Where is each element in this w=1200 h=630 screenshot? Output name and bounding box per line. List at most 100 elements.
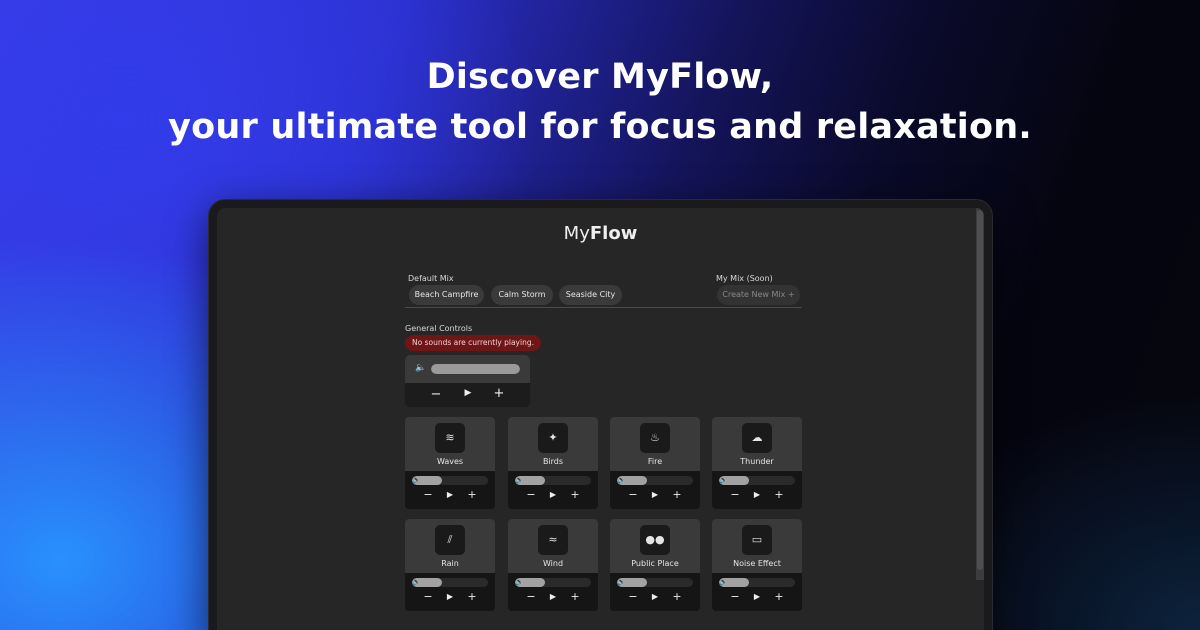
app-logo: MyFlow [217,223,984,244]
volume-icon: 🔈 [719,476,728,484]
sound-plus-button[interactable]: + [772,489,786,500]
sound-card-header: ☁ Thunder [712,417,802,471]
sound-name: Birds [542,457,564,466]
sound-plus-button[interactable]: + [568,489,582,500]
preset-calm-storm[interactable]: Calm Storm [491,285,553,305]
master-play-button[interactable]: ▶ [461,389,475,398]
sound-play-button[interactable]: ▶ [546,593,560,601]
sound-name: Wind [542,559,564,568]
volume-icon: 🔈 [415,363,427,373]
sound-plus-button[interactable]: + [465,591,479,602]
wind-icon[interactable]: ≈ [538,525,568,555]
headline: Discover MyFlow, your ultimate tool for … [0,52,1200,152]
laptop-frame: MyFlow Default Mix Beach Campfire Calm S… [209,200,992,630]
volume-icon: 🔈 [719,578,728,586]
thunder-cloud-icon[interactable]: ☁ [742,423,772,453]
default-mix-label: Default Mix [408,274,454,283]
sound-card-header: ▭ Noise Effect [712,519,802,573]
tv-icon[interactable]: ▭ [742,525,772,555]
sound-volume-slider[interactable] [515,476,591,485]
sound-minus-button[interactable]: − [728,591,742,602]
preset-seaside-city[interactable]: Seaside City [559,285,622,305]
sound-plus-button[interactable]: + [670,489,684,500]
general-volume-row: 🔈 [405,355,530,383]
sound-plus-button[interactable]: + [465,489,479,500]
master-volume-slider[interactable] [431,364,520,374]
sound-volume-slider[interactable] [719,476,795,485]
sound-minus-button[interactable]: − [421,489,435,500]
sound-volume-slider[interactable] [412,578,488,587]
sound-volume-slider[interactable] [515,578,591,587]
volume-icon: 🔈 [617,476,626,484]
sound-card-birds: ✦ Birds 🔈 − ▶ + [508,417,598,509]
sound-name: Thunder [740,457,774,466]
rain-icon[interactable]: ⫽ [435,525,465,555]
sound-card-header: ⫽ Rain [405,519,495,573]
sound-card-header: ≈ Wind [508,519,598,573]
sound-card-thunder: ☁ Thunder 🔈 − ▶ + [712,417,802,509]
headline-line-2: your ultimate tool for focus and relaxat… [168,107,1032,147]
sound-name: Noise Effect [733,559,781,568]
sound-play-button[interactable]: ▶ [750,491,764,499]
create-new-mix-button[interactable]: Create New Mix + [717,285,800,305]
logo-light-text: My [563,223,590,244]
app-screen: MyFlow Default Mix Beach Campfire Calm S… [217,208,984,630]
sound-minus-button[interactable]: − [421,591,435,602]
sound-minus-button[interactable]: − [728,489,742,500]
sound-minus-button[interactable]: − [626,591,640,602]
general-controls-panel: 🔈 − ▶ + [405,355,530,407]
scrollbar-thumb[interactable] [977,210,983,570]
fire-icon[interactable]: ♨ [640,423,670,453]
sound-card-fire: ♨ Fire 🔈 − ▶ + [610,417,700,509]
status-badge: No sounds are currently playing. [405,335,541,351]
preset-beach-campfire[interactable]: Beach Campfire [409,285,484,305]
sound-plus-button[interactable]: + [670,591,684,602]
waves-icon[interactable]: ≋ [435,423,465,453]
headline-line-1: Discover MyFlow, [426,57,774,97]
sound-play-button[interactable]: ▶ [443,593,457,601]
sound-card-rain: ⫽ Rain 🔈 − ▶ + [405,519,495,611]
sound-minus-button[interactable]: − [524,591,538,602]
master-minus-button[interactable]: − [429,388,443,401]
master-plus-button[interactable]: + [492,387,506,400]
divider [405,307,802,308]
sound-minus-button[interactable]: − [524,489,538,500]
sound-card-header: ✦ Birds [508,417,598,471]
sound-plus-button[interactable]: + [772,591,786,602]
sound-play-button[interactable]: ▶ [546,491,560,499]
volume-icon: 🔈 [412,476,421,484]
sound-card-header: ♨ Fire [610,417,700,471]
sound-volume-slider[interactable] [617,578,693,587]
sound-name: Fire [647,457,663,466]
sound-plus-button[interactable]: + [568,591,582,602]
scrollbar[interactable] [976,208,984,580]
sound-card-public-place: ●● Public Place 🔈 − ▶ + [610,519,700,611]
sound-name: Rain [441,559,459,568]
people-icon[interactable]: ●● [640,525,670,555]
sound-volume-slider[interactable] [617,476,693,485]
sound-card-header: ≋ Waves [405,417,495,471]
sound-play-button[interactable]: ▶ [443,491,457,499]
sound-play-button[interactable]: ▶ [750,593,764,601]
sound-play-button[interactable]: ▶ [648,593,662,601]
sound-card-waves: ≋ Waves 🔈 − ▶ + [405,417,495,509]
sound-volume-slider[interactable] [412,476,488,485]
general-controls-label: General Controls [405,324,473,333]
volume-icon: 🔈 [412,578,421,586]
sound-name: Waves [436,457,464,466]
sound-card-header: ●● Public Place [610,519,700,573]
sound-volume-slider[interactable] [719,578,795,587]
volume-icon: 🔈 [617,578,626,586]
sound-card-noise-effect: ▭ Noise Effect 🔈 − ▶ + [712,519,802,611]
bird-icon[interactable]: ✦ [538,423,568,453]
sound-play-button[interactable]: ▶ [648,491,662,499]
my-mix-label: My Mix (Soon) [716,274,773,283]
sound-minus-button[interactable]: − [626,489,640,500]
logo-bold-text: Flow [589,223,638,244]
master-volume-fill [431,364,520,374]
volume-icon: 🔈 [515,476,524,484]
general-transport-row: − ▶ + [405,383,530,407]
volume-icon: 🔈 [515,578,524,586]
sound-name: Public Place [631,559,679,568]
sound-card-wind: ≈ Wind 🔈 − ▶ + [508,519,598,611]
